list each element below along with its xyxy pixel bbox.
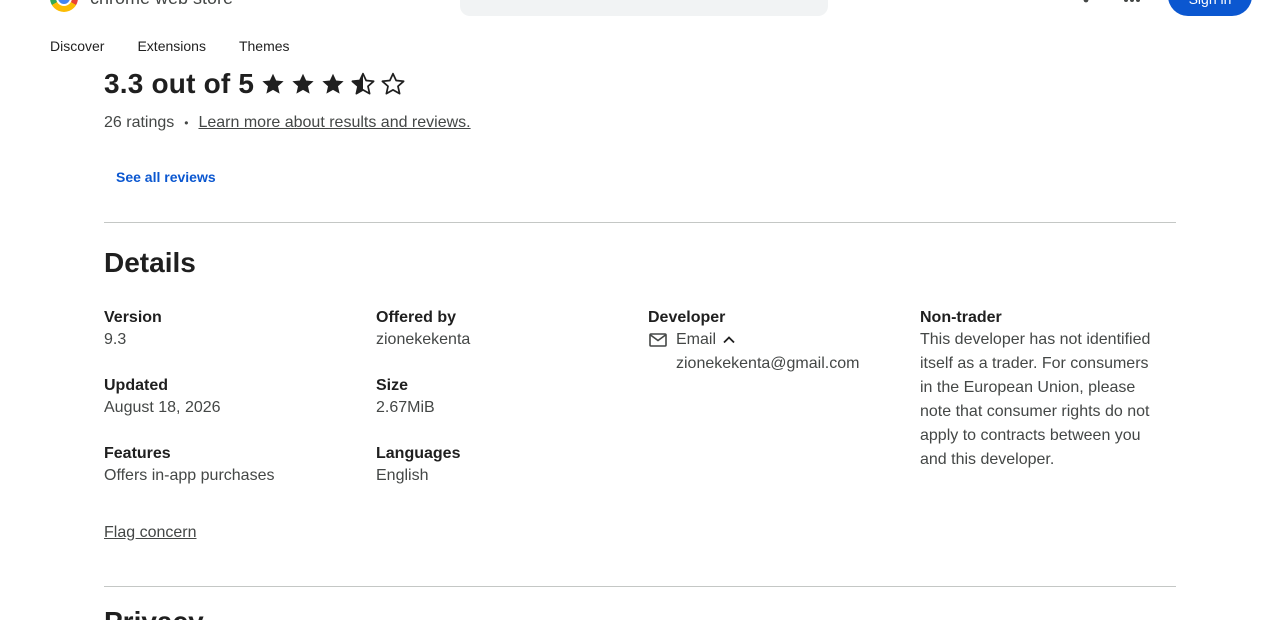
star-full-icon bbox=[320, 71, 346, 97]
star-full-icon bbox=[260, 71, 286, 97]
version-label: Version bbox=[104, 309, 162, 326]
rating-summary: 3.3 out of 5 bbox=[104, 66, 406, 102]
brand-name: chrome web store bbox=[90, 0, 233, 9]
apps-grid-icon[interactable] bbox=[1122, 0, 1142, 10]
separator-dot: • bbox=[184, 116, 189, 130]
developer-label: Developer bbox=[648, 309, 726, 326]
star-empty-icon bbox=[380, 71, 406, 97]
search-icon[interactable] bbox=[476, 0, 498, 2]
star-full-icon bbox=[290, 71, 316, 97]
non-trader-label: Non-trader bbox=[920, 309, 1002, 326]
developer-email-address[interactable]: zionekekenta@gmail.com bbox=[676, 352, 898, 376]
see-all-reviews-link[interactable]: See all reviews bbox=[116, 169, 216, 185]
chrome-logo-icon bbox=[50, 0, 78, 12]
brand[interactable]: chrome web store bbox=[50, 0, 233, 12]
features-label: Features bbox=[104, 445, 171, 462]
star-half-icon bbox=[350, 71, 376, 97]
section-divider bbox=[104, 586, 1176, 587]
ratings-count: 26 ratings bbox=[104, 114, 175, 131]
offered-by-label: Offered by bbox=[376, 309, 457, 326]
main-nav: Discover Extensions Themes bbox=[50, 37, 323, 55]
nav-item-extensions[interactable]: Extensions bbox=[137, 37, 205, 55]
sign-in-button[interactable]: Sign in bbox=[1168, 0, 1252, 16]
email-label: Email bbox=[676, 331, 717, 348]
updated-label: Updated bbox=[104, 377, 168, 394]
version-value: 9.3 bbox=[104, 331, 127, 348]
top-header: chrome web store Sign in Discover Extens… bbox=[0, 0, 1280, 64]
details-heading: Details bbox=[104, 247, 196, 278]
size-field: Size 2.67MiB bbox=[376, 376, 626, 420]
non-trader-description: This developer has not identified itself… bbox=[920, 331, 1151, 468]
updated-value: August 18, 2026 bbox=[104, 399, 221, 416]
languages-field: Languages English bbox=[376, 444, 626, 488]
details-column-1: Version 9.3 Updated August 18, 2026 Feat… bbox=[104, 308, 354, 512]
ratings-meta: 26 ratings • Learn more about results an… bbox=[104, 114, 471, 132]
nav-item-themes[interactable]: Themes bbox=[239, 37, 290, 55]
star-rating bbox=[260, 71, 406, 97]
features-value: Offers in-app purchases bbox=[104, 467, 275, 484]
version-field: Version 9.3 bbox=[104, 308, 354, 352]
chevron-up-icon[interactable] bbox=[720, 331, 738, 349]
section-divider bbox=[104, 222, 1176, 223]
languages-label: Languages bbox=[376, 445, 461, 462]
size-value: 2.67MiB bbox=[376, 399, 435, 416]
size-label: Size bbox=[376, 377, 409, 394]
search-box[interactable] bbox=[460, 0, 828, 16]
learn-more-link[interactable]: Learn more about results and reviews. bbox=[198, 114, 470, 132]
flag-concern-link[interactable]: Flag concern bbox=[104, 524, 197, 542]
offered-by-field: Offered by zionekekenta bbox=[376, 308, 626, 352]
help-icon[interactable] bbox=[1076, 0, 1096, 10]
updated-field: Updated August 18, 2026 bbox=[104, 376, 354, 420]
developer-email-toggle[interactable]: Email bbox=[648, 328, 898, 352]
offered-by-value: zionekekenta bbox=[376, 331, 471, 348]
details-column-4: Non-trader This developer has not identi… bbox=[920, 308, 1170, 472]
details-column-2: Offered by zionekekenta Size 2.67MiB Lan… bbox=[376, 308, 626, 512]
mail-icon bbox=[648, 330, 668, 350]
languages-value: English bbox=[376, 467, 429, 484]
rating-title: 3.3 out of 5 bbox=[104, 68, 255, 99]
nav-item-discover[interactable]: Discover bbox=[50, 37, 104, 55]
privacy-heading: Privacy bbox=[104, 606, 204, 620]
details-column-3: Developer Email zionekekenta@gmail.com bbox=[648, 308, 898, 376]
features-field: Features Offers in-app purchases bbox=[104, 444, 354, 488]
